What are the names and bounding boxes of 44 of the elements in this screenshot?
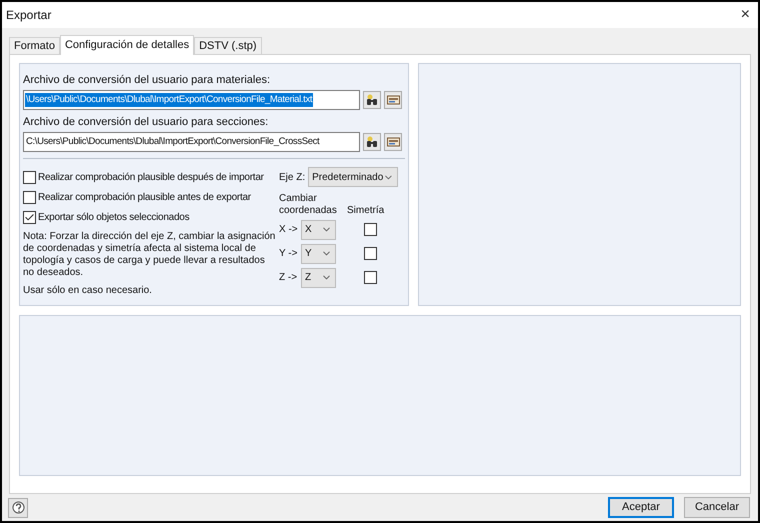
tab[interactable]: Configuración de detalles: [60, 35, 194, 55]
axis-dropdown[interactable]: Z: [301, 268, 336, 288]
column-header: Simetría: [347, 205, 384, 217]
browse-button[interactable]: [363, 133, 381, 151]
checkbox[interactable]: [23, 190, 36, 204]
close-button[interactable]: ×: [740, 7, 750, 23]
column-header: Cambiar coordenadas: [279, 193, 338, 217]
tab[interactable]: Formato: [9, 37, 60, 54]
dialog-button[interactable]: Aceptar: [608, 497, 674, 518]
checkbox[interactable]: [364, 271, 377, 284]
browse-button[interactable]: [363, 91, 381, 109]
file-path-field[interactable]: \Users\Public\Documents\Dlubal\ImportExport\ConversionFile_Material.txt: [23, 90, 360, 110]
tab[interactable]: DSTV (.stp): [194, 37, 262, 54]
checkbox[interactable]: [364, 223, 377, 236]
binoculars-icon: [366, 136, 378, 148]
edit-button[interactable]: [384, 91, 402, 109]
axis-label: X ->: [279, 223, 299, 237]
help-icon: [12, 501, 24, 514]
note-text: Nota: Forzar la dirección del eje Z, cambiar la asignación de coordenadas y simetría afecta al sistema local de topología y casos de carga y puede llevar a resultados no deseados.: [23, 231, 276, 279]
z-axis-dropdown[interactable]: Predeterminado: [308, 167, 398, 187]
axis-dropdown[interactable]: Y: [301, 244, 336, 264]
file-path-text: \Users\Public\Documents\Dlubal\ImportExport\ConversionFile_Material.txt: [25, 92, 314, 108]
help-button[interactable]: [8, 498, 28, 518]
checkbox[interactable]: [23, 170, 36, 184]
axis-label: Z ->: [279, 271, 298, 285]
note-text: Usar sólo en caso necesario.: [23, 285, 153, 297]
checkbox-label: Exportar sólo objetos seleccionados: [38, 210, 190, 224]
field-label: Eje Z:: [279, 170, 306, 184]
checkbox-label: Realizar comprobación plausible antes de exportar: [38, 190, 251, 204]
field-label: Archivo de conversión del usuario para materiales:: [23, 73, 272, 87]
file-path-field[interactable]: C:\Users\Public\Documents\Dlubal\ImportExport\ConversionFile_CrossSect: [23, 132, 360, 152]
document-icon: [386, 94, 400, 106]
edit-button[interactable]: [384, 133, 402, 151]
document-icon: [386, 136, 400, 148]
dialog-button[interactable]: Cancelar: [684, 497, 750, 518]
field-label: Archivo de conversión del usuario para secciones:: [23, 115, 270, 129]
axis-dropdown[interactable]: X: [301, 220, 336, 240]
checkbox[interactable]: [23, 210, 36, 224]
checkbox[interactable]: [364, 247, 377, 260]
binoculars-icon: [366, 94, 378, 106]
checkbox-label: Realizar comprobación plausible después de importar: [38, 170, 264, 184]
axis-label: Y ->: [279, 247, 298, 261]
file-path-text: C:\Users\Public\Documents\Dlubal\ImportExport\ConversionFile_CrossSect: [25, 134, 320, 149]
window-title: Exportar: [6, 7, 52, 24]
